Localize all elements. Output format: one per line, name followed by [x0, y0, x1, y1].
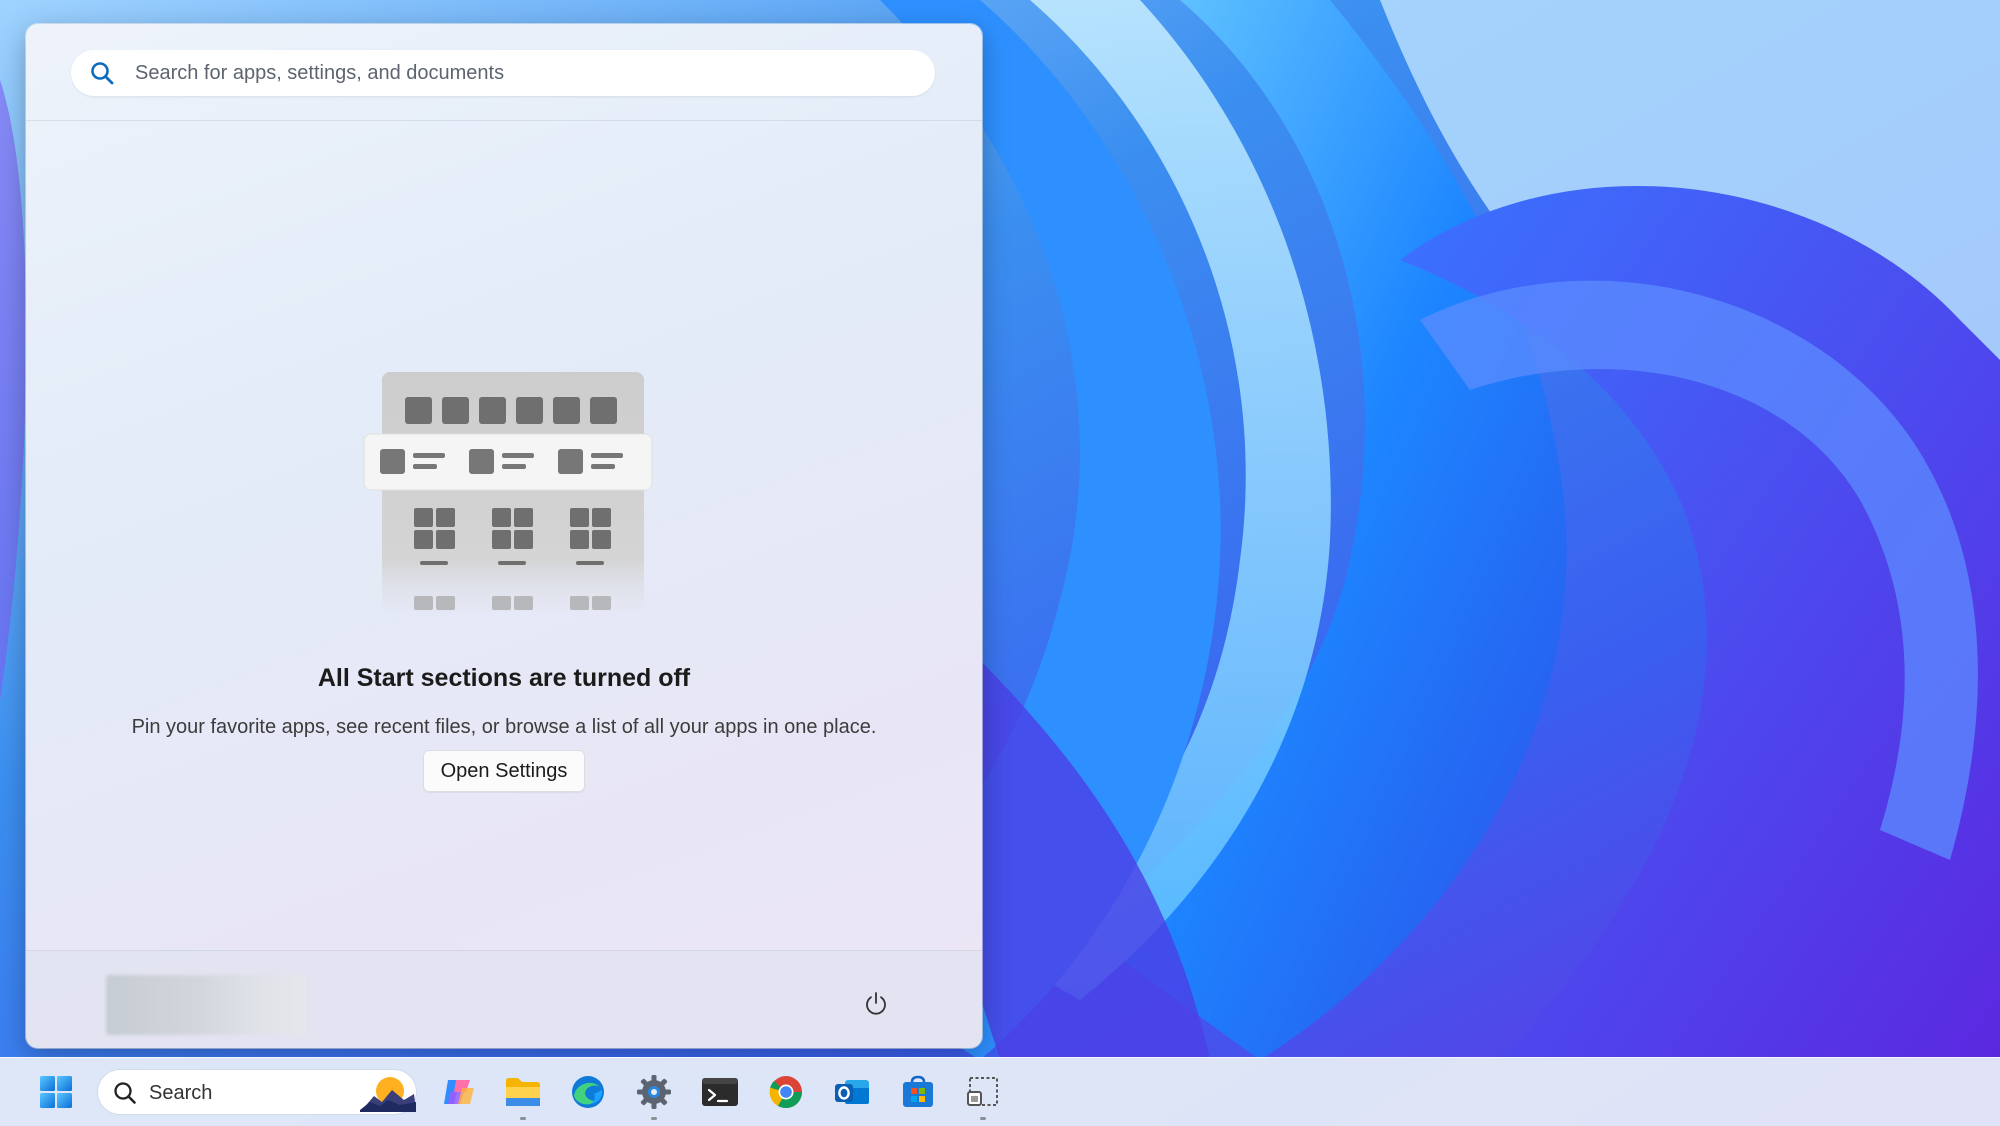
start-menu: All Start sections are turned off Pin yo… [26, 24, 982, 1048]
settings-icon [637, 1075, 671, 1109]
running-indicator [651, 1117, 657, 1120]
microsoft-store-icon [903, 1075, 933, 1107]
outlook-button[interactable] [830, 1070, 874, 1114]
user-account-button[interactable] [106, 975, 306, 1035]
power-button[interactable] [854, 981, 898, 1025]
start-search-input[interactable] [133, 60, 897, 86]
weather-icon [360, 1077, 416, 1112]
power-icon [866, 992, 886, 1015]
edge-icon [572, 1076, 604, 1108]
start-footer [26, 950, 982, 1048]
search-icon [114, 1082, 136, 1104]
start-search-box[interactable] [71, 50, 935, 96]
running-indicator [520, 1117, 526, 1120]
terminal-button[interactable] [698, 1070, 742, 1114]
taskbar-search-label: Search [149, 1082, 213, 1104]
snipping-tool-button[interactable] [961, 1070, 1005, 1120]
copilot-button[interactable] [436, 1070, 480, 1114]
microsoft-store-button[interactable] [896, 1070, 940, 1114]
chrome-button[interactable] [764, 1070, 808, 1114]
taskbar-search-box[interactable]: Search [98, 1070, 416, 1114]
running-indicator [980, 1117, 986, 1120]
terminal-icon [702, 1078, 738, 1106]
snipping-tool-icon [967, 1077, 998, 1106]
start-search-header [26, 24, 982, 121]
open-settings-button[interactable]: Open Settings [423, 750, 585, 792]
search-icon [91, 62, 114, 85]
windows-logo-icon [40, 1076, 72, 1108]
file-explorer-icon [506, 1078, 540, 1106]
empty-state-description: Pin your favorite apps, see recent files… [131, 716, 877, 738]
start-button[interactable] [34, 1070, 78, 1114]
edge-button[interactable] [566, 1070, 610, 1114]
chrome-icon [769, 1076, 803, 1109]
taskbar: Search [0, 1057, 2000, 1126]
file-explorer-button[interactable] [501, 1070, 545, 1120]
empty-state-title: All Start sections are turned off [317, 664, 691, 692]
outlook-icon [835, 1080, 869, 1104]
copilot-icon [444, 1080, 474, 1104]
settings-button[interactable] [632, 1070, 676, 1120]
start-sections-illustration [363, 372, 653, 612]
